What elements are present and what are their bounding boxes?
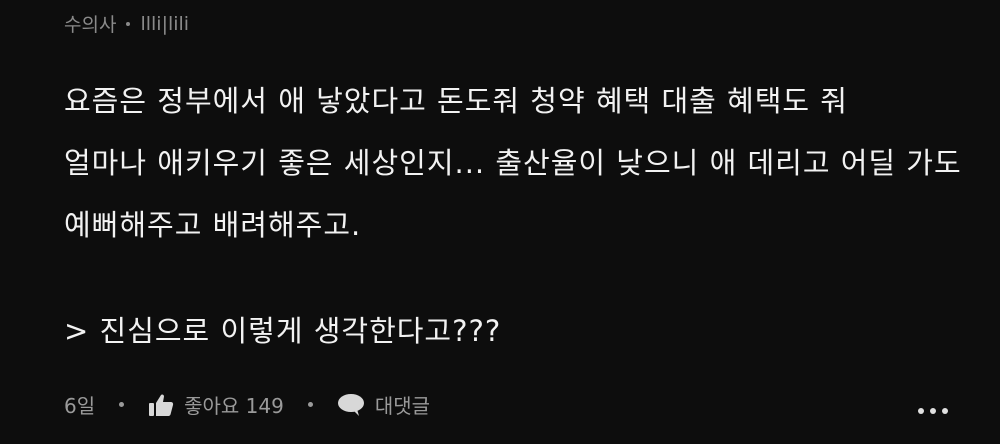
- more-dots-icon: [942, 408, 948, 414]
- comment-body: 요즘은 정부에서 애 낳았다고 돈도줘 청약 혜택 대출 혜택도 줘 얼마나 애…: [64, 70, 964, 256]
- comment-line: 예뻐해주고 배려해주고.: [64, 208, 362, 242]
- speech-bubble-icon: [337, 393, 365, 417]
- author-name[interactable]: 수의사: [64, 10, 116, 37]
- comment-card: 수의사 llli|lili 요즘은 정부에서 애 낳았다고 돈도줘 청약 혜택 …: [0, 0, 1000, 444]
- separator-dot: [119, 402, 125, 407]
- reply-button[interactable]: 대댓글: [337, 390, 430, 419]
- comment-age: 6일: [64, 394, 96, 418]
- separator-dot: [307, 402, 313, 407]
- like-button[interactable]: 좋아요 149: [148, 390, 284, 419]
- separator-dot: [126, 21, 131, 26]
- like-count-label: 좋아요 149: [184, 394, 284, 418]
- comment-line: 요즘은 정부에서 애 낳았다고 돈도줘 청약 혜택 대출 혜택도 줘: [64, 84, 848, 118]
- author-tag: llli|lili: [140, 12, 190, 35]
- comment-line: 얼마나 애키우기 좋은 세상인지... 출산율이 낮으니 애 데리고 어딜 가도: [64, 146, 962, 180]
- comment-footer: 6일 좋아요 149 대댓글: [64, 390, 430, 419]
- comment-quote-line: > 진심으로 이렇게 생각한다고???: [64, 314, 502, 348]
- more-dots-icon: [930, 408, 936, 414]
- comment-header: 수의사 llli|lili: [64, 10, 189, 37]
- more-options-button[interactable]: [918, 408, 948, 414]
- more-dots-icon: [918, 408, 924, 414]
- reply-label: 대댓글: [374, 394, 431, 418]
- thumbs-up-icon: [148, 393, 174, 417]
